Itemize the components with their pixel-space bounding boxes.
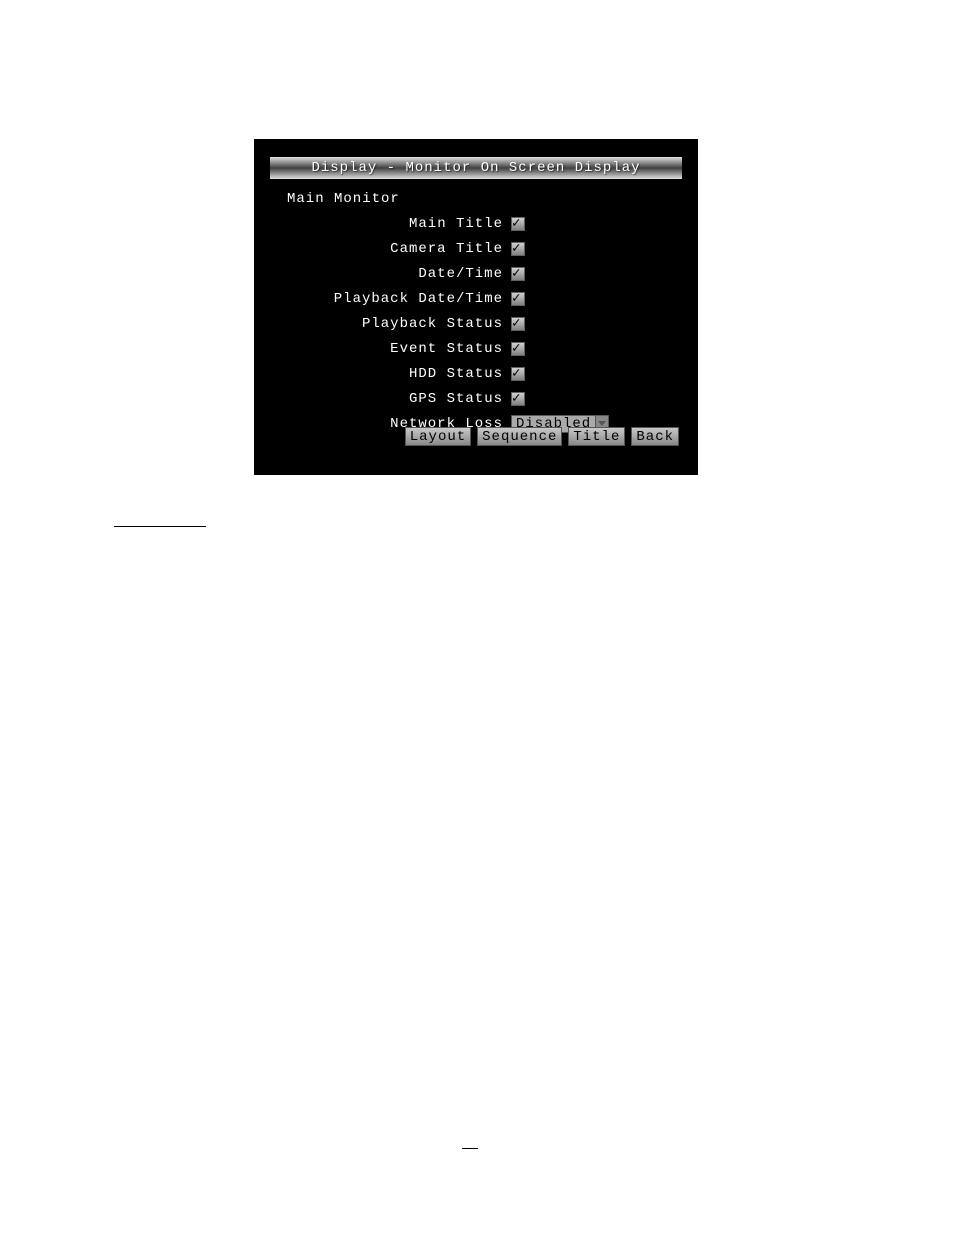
checkbox-playback-date-time[interactable] (511, 292, 525, 306)
setting-label-playback-status: Playback Status (271, 316, 511, 332)
panel-content: Main Monitor Main Title Camera Title Dat… (255, 179, 697, 442)
setting-row-main-title: Main Title (271, 213, 681, 234)
setting-row-hdd-status: HDD Status (271, 363, 681, 384)
setting-label-hdd-status: HDD Status (271, 366, 511, 382)
dvr-osd-panel: Display - Monitor On Screen Display Main… (254, 139, 698, 475)
setting-row-event-status: Event Status (271, 338, 681, 359)
panel-title-bar: Display - Monitor On Screen Display (270, 157, 682, 179)
setting-label-date-time: Date/Time (271, 266, 511, 282)
title-button[interactable]: Title (568, 427, 625, 446)
checkbox-camera-title[interactable] (511, 242, 525, 256)
checkbox-hdd-status[interactable] (511, 367, 525, 381)
setting-label-event-status: Event Status (271, 341, 511, 357)
bottom-buttons: Layout Sequence Title Back (405, 427, 679, 446)
checkbox-event-status[interactable] (511, 342, 525, 356)
checkbox-main-title[interactable] (511, 217, 525, 231)
setting-label-playback-date-time: Playback Date/Time (271, 291, 511, 307)
checkbox-gps-status[interactable] (511, 392, 525, 406)
settings-rows: Main Title Camera Title Date/Time Playba… (271, 213, 681, 434)
setting-label-main-title: Main Title (271, 216, 511, 232)
panel-title: Display - Monitor On Screen Display (311, 160, 640, 176)
sequence-button[interactable]: Sequence (477, 427, 562, 446)
setting-row-date-time: Date/Time (271, 263, 681, 284)
setting-row-playback-date-time: Playback Date/Time (271, 288, 681, 309)
dash-decoration (462, 1148, 478, 1149)
setting-label-gps-status: GPS Status (271, 391, 511, 407)
setting-row-gps-status: GPS Status (271, 388, 681, 409)
setting-label-camera-title: Camera Title (271, 241, 511, 257)
checkbox-date-time[interactable] (511, 267, 525, 281)
setting-row-playback-status: Playback Status (271, 313, 681, 334)
underline-decoration (114, 513, 206, 527)
setting-row-camera-title: Camera Title (271, 238, 681, 259)
section-label: Main Monitor (287, 191, 681, 207)
layout-button[interactable]: Layout (405, 427, 471, 446)
back-button[interactable]: Back (631, 427, 679, 446)
checkbox-playback-status[interactable] (511, 317, 525, 331)
